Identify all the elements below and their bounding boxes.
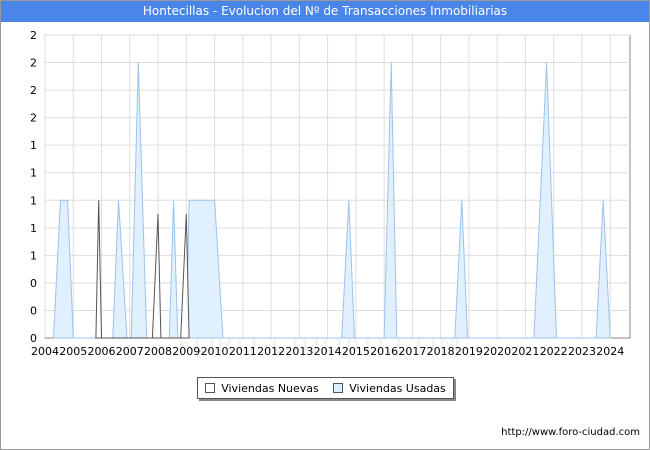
x-tick-label: 2023 (568, 345, 596, 358)
x-tick-label: 2024 (596, 345, 624, 358)
x-tick-label: 2017 (398, 345, 426, 358)
x-tick-label: 2004 (31, 345, 59, 358)
y-tick-label: 0 (30, 332, 37, 345)
x-tick-label: 2014 (314, 345, 342, 358)
x-tick-label: 2005 (59, 345, 87, 358)
y-tick-label: 2 (30, 57, 37, 70)
y-tick-label: 2 (30, 84, 37, 97)
x-tick-label: 2007 (116, 345, 144, 358)
x-tick-label: 2013 (285, 345, 313, 358)
legend-label-usadas: Viviendas Usadas (349, 381, 446, 395)
x-tick-label: 2012 (257, 345, 285, 358)
y-tick-label: 1 (30, 194, 37, 207)
legend: Viviendas Nuevas Viviendas Usadas (197, 377, 454, 399)
x-tick-label: 2009 (172, 345, 200, 358)
x-tick-label: 2010 (201, 345, 229, 358)
y-tick-label: 1 (30, 249, 37, 262)
y-tick-label: 0 (30, 277, 37, 290)
legend-swatch-usadas (333, 383, 344, 393)
legend-label-nuevas: Viviendas Nuevas (221, 381, 319, 395)
x-tick-label: 2020 (483, 345, 511, 358)
x-tick-label: 2015 (342, 345, 370, 358)
x-tick-label: 2022 (540, 345, 568, 358)
x-tick-label: 2011 (229, 345, 257, 358)
y-tick-label: 1 (30, 139, 37, 152)
source-url: http://www.foro-ciudad.com (501, 427, 640, 438)
y-tick-label: 1 (30, 167, 37, 180)
y-tick-label: 2 (30, 112, 37, 125)
x-tick-label: 2021 (511, 345, 539, 358)
x-tick-label: 2018 (427, 345, 455, 358)
x-tick-label: 2016 (370, 345, 398, 358)
x-tick-label: 2008 (144, 345, 172, 358)
y-tick-label: 0 (30, 304, 37, 317)
legend-item-usadas: Viviendas Usadas (333, 382, 446, 395)
legend-item-nuevas: Viviendas Nuevas (205, 382, 319, 395)
x-tick-label: 2006 (88, 345, 116, 358)
y-tick-label: 1 (30, 222, 37, 235)
y-tick-label: 2 (30, 29, 37, 42)
legend-swatch-nuevas (205, 383, 216, 393)
x-tick-label: 2019 (455, 345, 483, 358)
